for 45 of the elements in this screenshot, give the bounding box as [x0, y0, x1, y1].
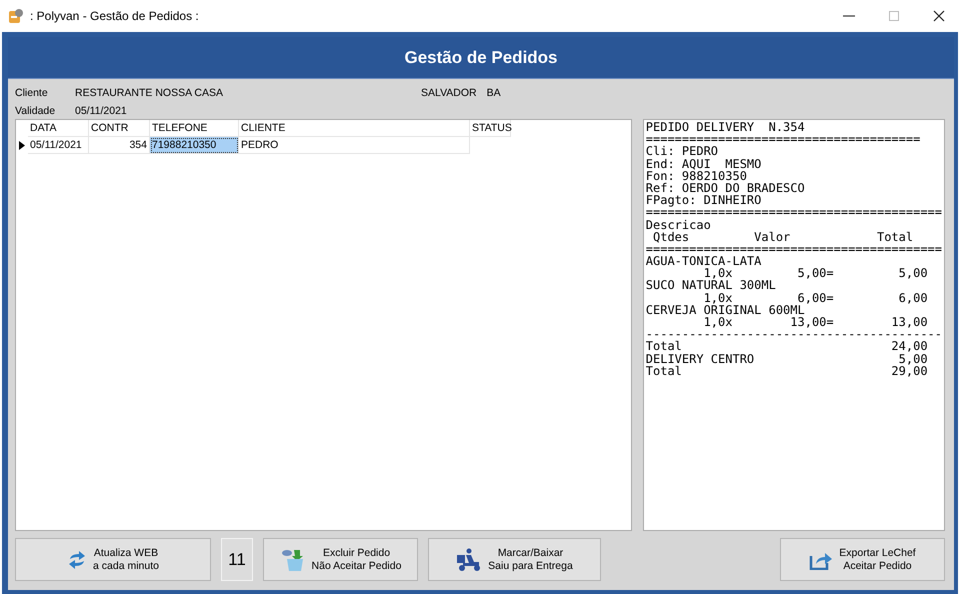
- receipt-line: AGUA-TONICA-LATA: [646, 254, 762, 268]
- receipt-line: Ref: OERDO DO BRADESCO: [646, 180, 805, 195]
- city-text: SALVADOR: [421, 86, 477, 98]
- column-header[interactable]: STATUS: [470, 120, 511, 137]
- table-cell: PEDRO: [239, 137, 470, 154]
- receipt-line: Qtdes Valor Total: [652, 230, 914, 244]
- motorcycle-courier-icon: [456, 548, 482, 572]
- validity-label: Validade: [15, 104, 56, 116]
- receipt-line: ======================================: [646, 132, 920, 146]
- action-button[interactable]: Exportar LeChef Aceitar Pedido: [780, 538, 945, 581]
- receipt-line: 1,0x 13,00= 13,00: [702, 315, 928, 329]
- state-text: BA: [486, 86, 501, 98]
- action-button[interactable]: Excluir Pedido Não Aceitar Pedido: [263, 538, 418, 581]
- receipt-line: Fon: 988210350: [646, 168, 747, 183]
- column-header[interactable]: CLIENTE: [239, 120, 470, 137]
- table-cell: 71988210350: [150, 137, 239, 154]
- window-title: : Polyvan - Gestão de Pedidos :: [30, 9, 199, 23]
- action-button[interactable]: Atualiza WEB a cada minuto: [15, 538, 211, 581]
- table-cell: 05/11/2021: [28, 137, 89, 154]
- receipt-line: SUCO NATURAL 300ML: [646, 278, 776, 292]
- receipt-line: Total 24,00: [646, 339, 928, 354]
- receipt-line: -----------------------------------------: [646, 327, 942, 342]
- app-icon: [8, 8, 24, 24]
- receipt-line: PEDIDO DELIVERY N.354: [646, 120, 805, 134]
- client-label: Cliente: [15, 86, 49, 98]
- receipt-line: End: AQUI MESMO: [646, 156, 762, 171]
- receipt-line: 1,0x 6,00= 6,00: [702, 290, 928, 305]
- bucket-icon: [280, 548, 306, 572]
- receipt-line: =========================================: [646, 242, 942, 256]
- column-header[interactable]: DATA: [28, 120, 89, 137]
- receipt-line: Cli: PEDRO: [646, 144, 718, 158]
- counter-box: 11: [221, 538, 253, 581]
- refresh-icon: [67, 550, 88, 570]
- action-button[interactable]: Marcar/Baixar Saiu para Entrega: [428, 538, 601, 581]
- header-title: Gestão de Pedidos: [404, 48, 558, 68]
- close-icon[interactable]: [933, 10, 945, 22]
- receipt-line: Descricao: [646, 218, 711, 232]
- receipt-line: 1,0x 5,00= 5,00: [704, 266, 928, 280]
- client-name: RESTAURANTE NOSSA CASA: [75, 86, 224, 98]
- receipt-line: DELIVERY CENTRO 5,00: [646, 352, 928, 366]
- column-header[interactable]: CONTR: [89, 120, 150, 137]
- receipt-line: Total 29,00: [646, 364, 928, 378]
- receipt-line: CERVEJA ORIGINAL 600ML: [646, 302, 805, 317]
- validity-date: 05/11/2021: [75, 104, 127, 116]
- receipt-line: FPagto: DINHEIRO: [646, 193, 762, 208]
